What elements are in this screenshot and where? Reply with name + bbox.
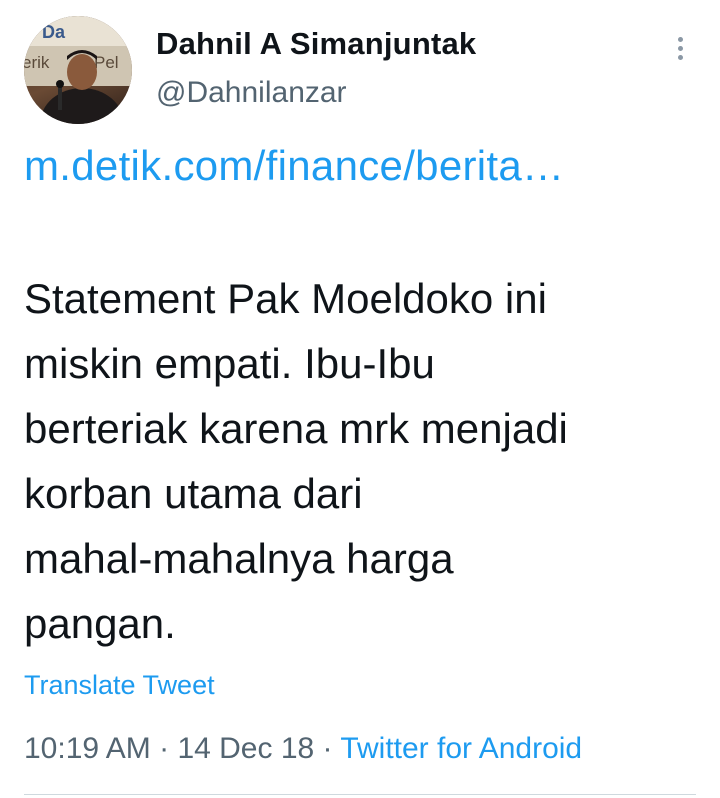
tweet-text: Statement Pak Moeldoko ini miskin empati… <box>24 266 704 656</box>
display-name[interactable]: Dahnil A Simanjuntak <box>156 26 476 62</box>
tweet-meta: 10:19 AM · 14 Dec 18 · Twitter for Andro… <box>24 732 582 766</box>
tweet-text-line: Statement Pak Moeldoko ini <box>24 275 547 322</box>
meta-separator: · <box>314 732 341 765</box>
tweet-text-line: miskin empati. Ibu-Ibu <box>24 340 435 387</box>
tweet-date[interactable]: 14 Dec 18 <box>177 732 314 765</box>
tweet-text-line: pangan. <box>24 600 176 647</box>
divider <box>24 794 696 795</box>
tweet-text-line: korban utama dari <box>24 470 363 517</box>
more-options-button[interactable] <box>664 28 696 68</box>
more-vertical-icon <box>677 36 683 42</box>
avatar[interactable]: Da erik Pel <box>24 16 132 124</box>
more-vertical-icon <box>677 54 683 60</box>
avatar-photo: Da erik Pel <box>24 16 132 124</box>
meta-separator: · <box>150 732 178 765</box>
avatar-backdrop-text: Pel <box>94 53 119 72</box>
more-vertical-icon <box>677 45 683 51</box>
avatar-backdrop-text: erik <box>24 53 50 72</box>
tweet-text-line: mahal-mahalnya harga <box>24 535 454 582</box>
tweet-card: Da erik Pel Dahnil A Simanjuntak @Dahnil… <box>0 0 720 798</box>
translate-tweet-button[interactable]: Translate Tweet <box>24 670 215 701</box>
user-handle[interactable]: @Dahnilanzar <box>156 76 347 110</box>
tweet-text-line: berteriak karena mrk menjadi <box>24 405 568 452</box>
avatar-backdrop-text: Da <box>42 22 66 42</box>
tweet-time[interactable]: 10:19 AM <box>24 732 151 765</box>
tweet-link[interactable]: m.detik.com/finance/berita… <box>24 142 564 190</box>
tweet-source-link[interactable]: Twitter for Android <box>340 732 582 765</box>
